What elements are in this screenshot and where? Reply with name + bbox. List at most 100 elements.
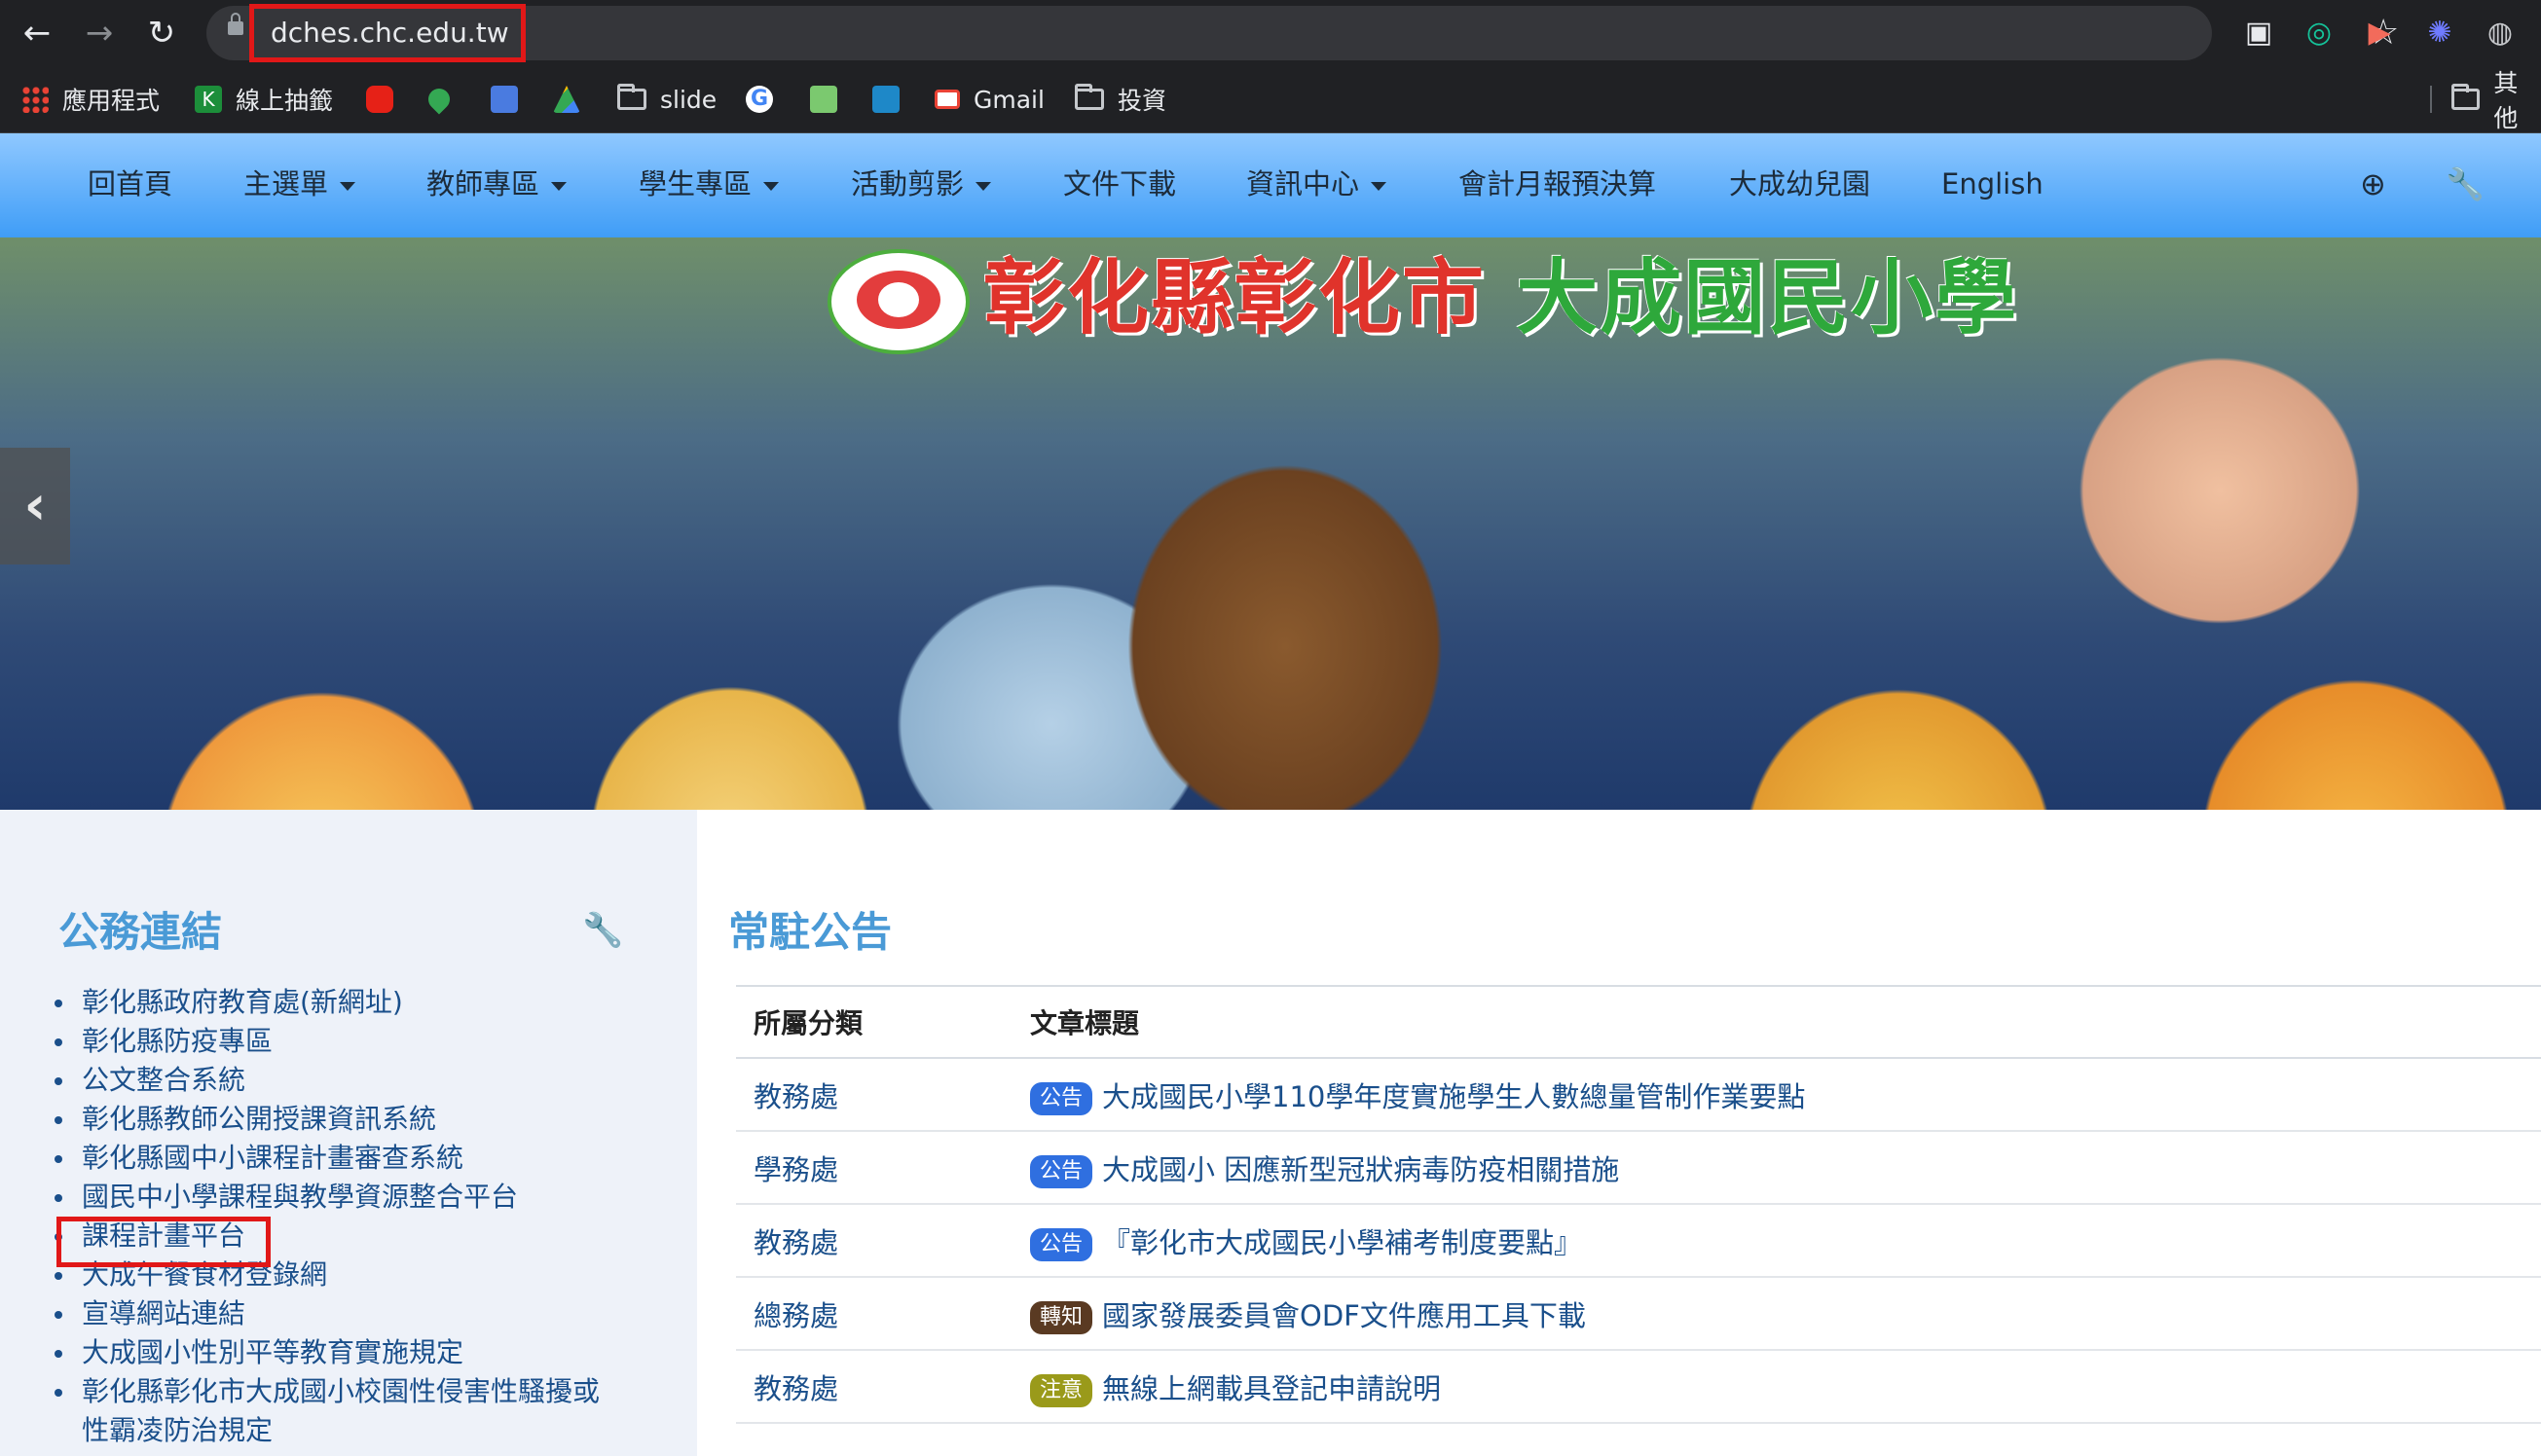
status-badge: 注意 xyxy=(1030,1373,1093,1407)
nav-english[interactable]: English xyxy=(1941,164,2044,203)
google-forms-icon xyxy=(491,86,518,113)
bookmark-sheet[interactable] xyxy=(810,80,851,119)
nav-label: 主選單 xyxy=(243,167,329,200)
nav-label: 教師專區 xyxy=(426,167,540,200)
row-category[interactable]: 教務處 xyxy=(736,1058,1013,1132)
add-circle-icon[interactable]: ⊕ xyxy=(2360,164,2386,203)
nav-label: 大成幼兒園 xyxy=(1729,167,1871,200)
nav-students[interactable]: 學生專區 xyxy=(639,164,780,203)
back-arrow-icon[interactable]: ← xyxy=(18,14,56,53)
bookmark-slide[interactable]: slide xyxy=(617,80,717,119)
sheet-icon xyxy=(810,86,837,113)
nav-info-center[interactable]: 資訊中心 xyxy=(1246,164,1387,203)
announcement-link[interactable]: 『彰化市大成國民小學補考制度要點』 xyxy=(1102,1226,1582,1259)
status-badge: 公告 xyxy=(1030,1154,1093,1188)
bookmark-forms[interactable] xyxy=(491,80,532,119)
sidebar-link[interactable]: 彰化縣教師公開授課資訊系統 xyxy=(0,1100,681,1139)
sidebar-link[interactable]: 大成國小性別平等教育實施規定 xyxy=(0,1333,681,1372)
bookmark-other[interactable]: 其他 xyxy=(2451,69,2541,132)
sidebar-wrench-icon[interactable]: 🔧 xyxy=(582,911,623,950)
bookmark-label: slide xyxy=(660,85,718,114)
sidebar-link[interactable]: 公文整合系統 xyxy=(0,1061,681,1100)
bookmark-apps[interactable]: 應用程式 xyxy=(21,80,160,119)
nav-accounting[interactable]: 會計月報預決算 xyxy=(1458,164,1656,203)
row-title-cell: 公告 大成國小 因應新型冠狀病毒防疫相關措施 xyxy=(1013,1131,2541,1205)
announcement-link[interactable]: 大成國小 因應新型冠狀病毒防疫相關措施 xyxy=(1102,1153,1619,1186)
bookmark-calendar[interactable] xyxy=(872,80,913,119)
bookmark-maps[interactable] xyxy=(424,80,463,119)
status-badge: 轉知 xyxy=(1030,1300,1093,1334)
nav-kindergarten[interactable]: 大成幼兒園 xyxy=(1729,164,1870,203)
sidebar-link[interactable]: 彰化縣國中小課程計畫審查系統 xyxy=(0,1139,681,1178)
forward-arrow-icon[interactable]: → xyxy=(80,14,119,53)
header-category: 所屬分類 xyxy=(736,985,1013,1059)
caret-down-icon xyxy=(340,181,356,191)
bookmarks-divider xyxy=(2430,86,2432,113)
sidebar-link[interactable]: 國民中小學課程與教學資源整合平台 xyxy=(0,1178,681,1217)
sidebar-panel: 公務連結 🔧 彰化縣政府教育處(新網址) 彰化縣防疫專區 公文整合系統 彰化縣教… xyxy=(0,810,697,1456)
bookmark-kahoot[interactable]: K 線上抽籤 xyxy=(195,80,333,119)
nav-label: 回首頁 xyxy=(88,167,173,200)
banner-title: 彰化縣彰化市 大成國民小學 xyxy=(983,249,2018,346)
school-logo xyxy=(828,249,970,354)
folder-icon xyxy=(2451,84,2481,110)
nav-label: 會計月報預決算 xyxy=(1458,167,1657,200)
url-highlight-box xyxy=(249,4,526,62)
sidebar-link[interactable]: 彰化縣政府教育處(新網址) xyxy=(0,983,681,1022)
caret-down-icon xyxy=(551,181,568,191)
nav-main-menu[interactable]: 主選單 xyxy=(243,164,356,203)
nav-home[interactable]: 回首頁 xyxy=(88,164,172,203)
apps-grid-icon xyxy=(21,86,49,113)
google-drive-icon xyxy=(553,86,580,113)
table-row: 學務處 公告 大成國小 因應新型冠狀病毒防疫相關措施 xyxy=(736,1131,2541,1205)
row-category[interactable]: 總務處 xyxy=(736,1277,1013,1351)
header-title: 文章標題 xyxy=(1013,985,2541,1059)
grammarly-icon[interactable]: ◎ xyxy=(2300,14,2338,53)
bookmark-label: 線上抽籤 xyxy=(236,87,334,115)
bookmark-google[interactable]: G xyxy=(746,80,787,119)
bookmarks-bar: 應用程式 K 線上抽籤 slide G Gmail 投資 其他 xyxy=(0,66,2541,133)
banner-title-school: 大成國民小學 xyxy=(1516,249,2019,346)
caret-down-icon xyxy=(1371,181,1387,191)
announcement-link[interactable]: 大成國民小學110學年度實施學生人數總量管制作業要點 xyxy=(1102,1080,1805,1113)
extension-square-icon[interactable]: ▣ xyxy=(2239,14,2278,53)
sidebar-title: 公務連結 xyxy=(58,908,223,956)
row-category[interactable]: 教務處 xyxy=(736,1204,1013,1278)
sidebar-link[interactable]: 宣導網站連結 xyxy=(0,1294,681,1333)
chat-extension-icon[interactable]: ◍ xyxy=(2481,14,2520,53)
row-title-cell: 公告 『彰化市大成國民小學補考制度要點』 xyxy=(1013,1204,2541,1278)
nav-downloads[interactable]: 文件下載 xyxy=(1063,164,1176,203)
bookmark-drive[interactable] xyxy=(553,80,594,119)
sidebar-link[interactable]: 彰化縣彰化市大成國小校園性侵害性騷擾或性霸凌防治規定 xyxy=(0,1372,608,1450)
browser-toolbar: ← → ↻ dches.chc.edu.tw ☆ ▣ ◎ ▶ ✺ ◍ xyxy=(0,0,2541,66)
bookmark-gmail[interactable]: Gmail xyxy=(935,80,1045,119)
announcements-table: 所屬分類 文章標題 教務處 公告 大成國民小學110學年度實施學生人數總量管制作業要… xyxy=(736,985,2541,1424)
row-title-cell: 公告 大成國民小學110學年度實施學生人數總量管制作業要點 xyxy=(1013,1058,2541,1132)
wrench-icon[interactable]: 🔧 xyxy=(2446,164,2485,203)
announcement-link[interactable]: 國家發展委員會ODF文件應用工具下載 xyxy=(1102,1299,1586,1332)
row-category[interactable]: 學務處 xyxy=(736,1131,1013,1205)
reload-icon[interactable]: ↻ xyxy=(142,14,181,53)
hero-banner: 彰化縣彰化市 大成國民小學 ‹ xyxy=(0,237,2541,810)
lock-icon xyxy=(228,13,243,35)
carousel-prev-icon[interactable]: ‹ xyxy=(0,448,70,564)
row-title-cell: 注意 無線上網載具登記申請說明 xyxy=(1013,1350,2541,1424)
table-row: 教務處 公告 大成國民小學110學年度實施學生人數總量管制作業要點 xyxy=(736,1058,2541,1132)
sparkle-extension-icon[interactable]: ✺ xyxy=(2420,14,2459,53)
maps-pin-icon xyxy=(424,84,455,115)
nav-label: 活動剪影 xyxy=(851,167,965,200)
announcements-title: 常駐公告 xyxy=(728,908,893,956)
nav-activities[interactable]: 活動剪影 xyxy=(851,164,992,203)
calendar-icon xyxy=(872,86,900,113)
bookmark-youtube[interactable] xyxy=(366,80,407,119)
sidebar-link[interactable]: 彰化縣防疫專區 xyxy=(0,1022,681,1061)
row-category[interactable]: 教務處 xyxy=(736,1350,1013,1424)
nav-teachers[interactable]: 教師專區 xyxy=(426,164,568,203)
bookmark-label: 其他 xyxy=(2493,69,2519,132)
screencast-icon[interactable]: ▶ xyxy=(2360,14,2399,53)
bookmark-investment[interactable]: 投資 xyxy=(1075,80,1166,119)
table-row: 教務處 公告 『彰化市大成國民小學補考制度要點』 xyxy=(736,1204,2541,1278)
nav-label: 資訊中心 xyxy=(1246,167,1360,200)
announcement-link[interactable]: 無線上網載具登記申請說明 xyxy=(1102,1372,1441,1405)
table-row: 教務處 注意 無線上網載具登記申請說明 xyxy=(736,1350,2541,1424)
